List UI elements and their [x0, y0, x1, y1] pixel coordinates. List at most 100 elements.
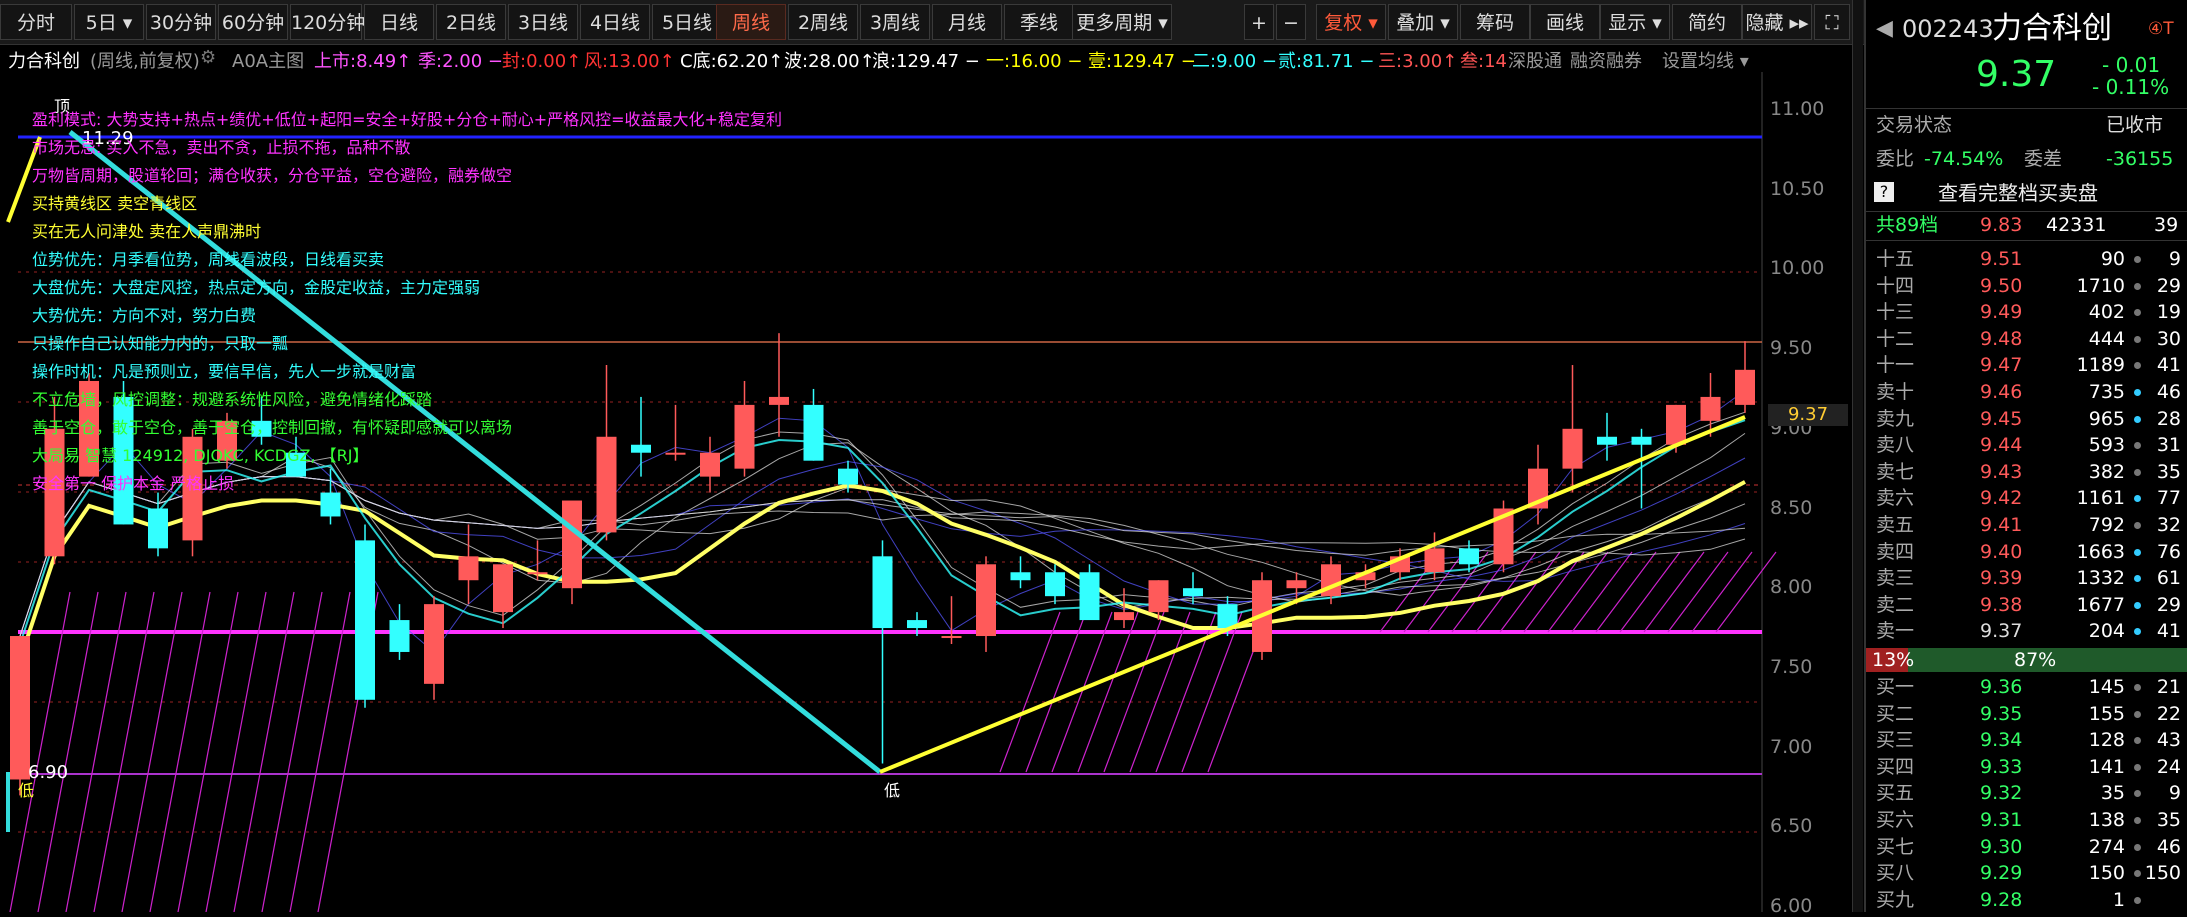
- book-volume: 1189: [2076, 354, 2125, 377]
- book-price: 9.31: [1980, 809, 2023, 831]
- bid-row[interactable]: 买六 9.31 138 35: [1866, 807, 2187, 833]
- toolbar-button-14[interactable]: 季线: [1004, 4, 1074, 40]
- ask-row[interactable]: 卖七 9.43 382 35: [1866, 459, 2187, 485]
- price-axis-label: 8.50: [1770, 496, 1813, 519]
- toolbar-button-25[interactable]: ⛶: [1814, 4, 1850, 40]
- book-dot-icon: [2134, 790, 2141, 798]
- ask-row[interactable]: 卖九 9.45 965 28: [1866, 406, 2187, 432]
- ask-row[interactable]: 十五 9.51 90 9: [1866, 246, 2187, 272]
- toolbar-button-7[interactable]: 3日线: [508, 4, 578, 40]
- strategy-note: 万物皆周期，股道轮回；满仓收获，分仓平益，空仓避险，融券做空: [32, 166, 513, 185]
- toolbar-button-24[interactable]: 隐藏 ▸▸: [1742, 4, 1812, 40]
- candle-body: [1010, 572, 1031, 581]
- candle-body: [1459, 548, 1479, 565]
- toolbar-button-2[interactable]: 30分钟: [146, 4, 216, 40]
- toolbar-button-18[interactable]: 复权 ▾: [1316, 4, 1386, 40]
- prev-stock-icon[interactable]: ◀: [1876, 12, 1893, 46]
- book-level-label: 卖三: [1876, 567, 1915, 590]
- ask-row[interactable]: 十四 9.50 1710 29: [1866, 273, 2187, 299]
- book-price: 9.48: [1980, 327, 2023, 350]
- total-levels-label: 共89档: [1876, 214, 1939, 236]
- bid-row[interactable]: 买四 9.33 141 24: [1866, 754, 2187, 780]
- toolbar-button-20[interactable]: 筹码: [1460, 4, 1530, 40]
- book-count: 35: [2156, 809, 2181, 831]
- book-count: 30: [2156, 327, 2181, 350]
- toolbar-button-23[interactable]: 简约: [1672, 4, 1742, 40]
- info-item-10: 浪:129.47 −: [872, 51, 980, 72]
- candle-body: [148, 508, 168, 549]
- weibi-row: 委比 -74.54% 委差 -36155: [1866, 146, 2187, 172]
- book-dot-icon: [2134, 495, 2141, 503]
- ask-row[interactable]: 卖五 9.41 792 32: [1866, 512, 2187, 538]
- bid-row[interactable]: 买一 9.36 145 21: [1866, 674, 2187, 700]
- toolbar-button-9[interactable]: 5日线: [652, 4, 722, 40]
- toolbar-button-21[interactable]: 画线: [1530, 4, 1600, 40]
- ask-row[interactable]: 十三 9.49 402 19: [1866, 299, 2187, 325]
- bid-row[interactable]: 买五 9.32 35 9: [1866, 780, 2187, 806]
- toolbar-button-6[interactable]: 2日线: [436, 4, 506, 40]
- info-item-2: ⚙: [200, 47, 217, 68]
- bid-row[interactable]: 买九 9.28 1: [1866, 887, 2187, 913]
- ask-row[interactable]: 卖四 9.40 1663 76: [1866, 539, 2187, 565]
- hatch-left: [177, 591, 239, 912]
- book-price: 9.41: [1980, 514, 2023, 536]
- bid-row[interactable]: 买二 9.35 155 22: [1866, 701, 2187, 727]
- candle-body: [1700, 396, 1721, 421]
- toolbar-button-19[interactable]: 叠加 ▾: [1388, 4, 1458, 40]
- book-price: 9.51: [1980, 248, 2023, 270]
- info-item-18[interactable]: 融资融券: [1570, 47, 1642, 73]
- ask-row[interactable]: 卖三 9.39 1332 61: [1866, 565, 2187, 591]
- book-volume: 150: [2088, 862, 2125, 885]
- hatch-left: [289, 591, 351, 912]
- full-book-button[interactable]: 查看完整档买卖盘: [1938, 180, 2098, 206]
- book-volume: 735: [2088, 381, 2125, 403]
- toolbar-button-5[interactable]: 日线: [364, 4, 434, 40]
- toolbar-button-13[interactable]: 月线: [932, 4, 1002, 40]
- strategy-note: 大势优先：方向不对，努力白费: [32, 306, 257, 325]
- ask-row[interactable]: 十二 9.48 444 30: [1866, 326, 2187, 352]
- ask-row[interactable]: 卖八 9.44 593 31: [1866, 432, 2187, 458]
- buy-ratio: 13%: [1872, 649, 1915, 671]
- info-item-19[interactable]: 设置均线 ▾: [1662, 47, 1749, 73]
- toolbar-button-8[interactable]: 4日线: [580, 4, 650, 40]
- info-item-15: 三:3.00↑: [1378, 51, 1458, 72]
- book-price: 9.33: [1980, 755, 2023, 778]
- hatch-left: [205, 591, 267, 912]
- bid-row[interactable]: 买八 9.29 150 150: [1866, 860, 2187, 886]
- book-count: 46: [2156, 835, 2181, 858]
- toolbar-button-10[interactable]: 周线: [716, 4, 786, 40]
- bid-row[interactable]: 买三 9.34 128 43: [1866, 727, 2187, 753]
- full-book-row[interactable]: ? 查看完整档买卖盘: [1866, 180, 2187, 206]
- ask-row[interactable]: 卖一 9.37 204 41: [1866, 618, 2187, 644]
- book-level-label: 卖四: [1876, 540, 1915, 563]
- panel-splitter[interactable]: [1852, 0, 1863, 912]
- info-item-17[interactable]: 深股通: [1508, 47, 1562, 73]
- toolbar-button-3[interactable]: 60分钟: [218, 4, 288, 40]
- toolbar-button-11[interactable]: 2周线: [788, 4, 858, 40]
- book-count: 41: [2156, 620, 2181, 643]
- weicha-label: 委差: [2024, 148, 2063, 170]
- hatch-left: [261, 591, 323, 912]
- help-icon[interactable]: ?: [1874, 182, 1894, 202]
- book-dot-icon: [2134, 843, 2141, 851]
- ask-row[interactable]: 十一 9.47 1189 41: [1866, 352, 2187, 378]
- toolbar-button-17[interactable]: −: [1276, 4, 1306, 40]
- toolbar-button-4[interactable]: 120分钟: [290, 4, 365, 40]
- toolbar-button-15[interactable]: 更多周期 ▾: [1072, 4, 1172, 40]
- bid-row[interactable]: 买七 9.30 274 46: [1866, 834, 2187, 860]
- toolbar-button-0[interactable]: 分时: [0, 4, 72, 40]
- ask-row[interactable]: 卖二 9.38 1677 29: [1866, 592, 2187, 618]
- toolbar-button-22[interactable]: 显示 ▾: [1600, 4, 1670, 40]
- strategy-note: 买在无人问津处 卖在人声鼎沸时: [32, 222, 262, 241]
- current-price-tag: 9.37: [1768, 404, 1848, 426]
- book-count: 31: [2156, 434, 2181, 457]
- ask-row[interactable]: 卖六 9.42 1161 77: [1866, 485, 2187, 511]
- ask-row[interactable]: 卖十 9.46 735 46: [1866, 379, 2187, 405]
- toolbar-button-12[interactable]: 3周线: [860, 4, 930, 40]
- book-volume: 792: [2088, 514, 2125, 536]
- book-count: 9: [2168, 782, 2181, 805]
- book-volume: 382: [2088, 460, 2125, 483]
- toolbar-button-16[interactable]: +: [1244, 4, 1274, 40]
- toolbar-button-1[interactable]: 5日 ▾: [74, 4, 144, 40]
- info-item-11: 一:16.00 −: [986, 51, 1083, 72]
